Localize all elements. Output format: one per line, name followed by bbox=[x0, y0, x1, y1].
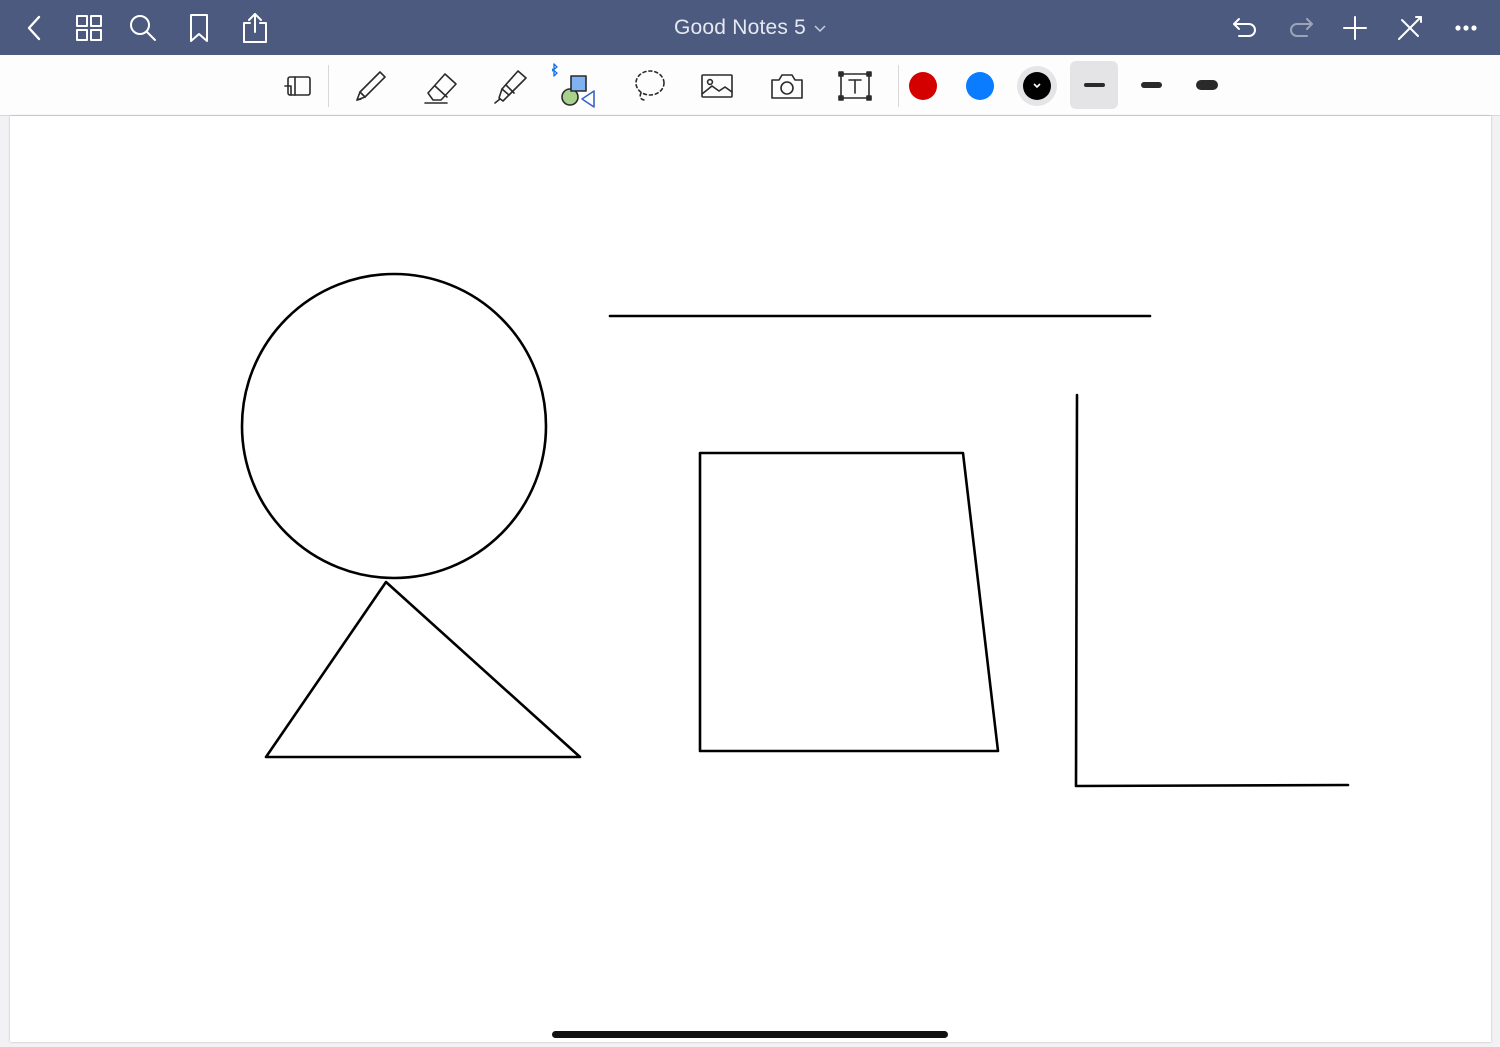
lasso-icon[interactable] bbox=[626, 63, 672, 109]
camera-icon[interactable] bbox=[764, 63, 810, 109]
home-indicator[interactable] bbox=[552, 1031, 948, 1038]
color-swatch-black bbox=[1023, 72, 1051, 100]
pen-icon[interactable] bbox=[348, 63, 394, 109]
drawn-quadrilateral[interactable] bbox=[698, 451, 1000, 753]
toolbar-divider bbox=[328, 65, 329, 107]
drawn-right-angle[interactable] bbox=[1074, 393, 1350, 788]
stroke-size-thick[interactable] bbox=[1183, 61, 1231, 109]
navigation-bar: Good Notes 5 bbox=[0, 0, 1500, 55]
undo-icon[interactable] bbox=[1226, 9, 1264, 47]
tool-bar bbox=[0, 55, 1500, 116]
stroke-size-medium[interactable] bbox=[1127, 61, 1175, 109]
drawn-circle[interactable] bbox=[240, 272, 548, 580]
image-icon[interactable] bbox=[694, 63, 740, 109]
highlighter-icon[interactable] bbox=[487, 63, 533, 109]
text-box-icon[interactable] bbox=[832, 63, 878, 109]
chevron-down-icon bbox=[1033, 83, 1041, 89]
color-swatch-black-selected[interactable] bbox=[1017, 66, 1057, 106]
toolbar-divider bbox=[898, 65, 899, 107]
drawn-horizontal-line[interactable] bbox=[608, 314, 1152, 319]
redo-icon[interactable] bbox=[1282, 9, 1320, 47]
color-swatch-blue[interactable] bbox=[966, 72, 994, 100]
drawn-triangle[interactable] bbox=[264, 580, 582, 759]
chevron-down-icon bbox=[814, 24, 826, 32]
drawing-layer bbox=[240, 272, 1350, 788]
document-title[interactable]: Good Notes 5 bbox=[0, 0, 1500, 55]
color-swatch-red[interactable] bbox=[909, 72, 937, 100]
zoom-window-icon[interactable] bbox=[276, 63, 322, 109]
shape-tool-icon[interactable] bbox=[552, 63, 598, 109]
eraser-icon[interactable] bbox=[418, 63, 464, 109]
stroke-size-thin[interactable] bbox=[1070, 61, 1118, 109]
document-title-text: Good Notes 5 bbox=[674, 15, 806, 39]
more-icon[interactable] bbox=[1447, 9, 1485, 47]
note-page-canvas[interactable] bbox=[10, 116, 1491, 1042]
add-page-icon[interactable] bbox=[1336, 9, 1374, 47]
close-tools-icon[interactable] bbox=[1391, 9, 1429, 47]
